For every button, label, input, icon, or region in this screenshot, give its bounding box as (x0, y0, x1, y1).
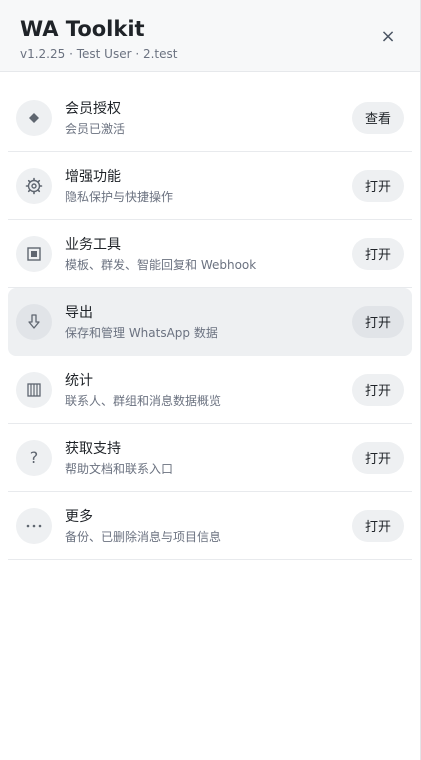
close-button[interactable]: × (376, 24, 400, 48)
menu-list: 会员授权 会员已激活 查看 增强功能 隐私保护与快捷操作 打开 业务工具 模板、… (0, 72, 420, 560)
list-item-label: 更多 (65, 508, 93, 525)
square-box-icon (16, 235, 52, 272)
list-item-membership[interactable]: 会员授权 会员已激活 查看 (8, 84, 412, 152)
view-button[interactable]: 查看 (352, 101, 404, 134)
list-item-desc: 备份、已删除消息与项目信息 (65, 529, 222, 544)
list-item-label: 统计 (65, 372, 93, 389)
list-item-enhancements[interactable]: 增强功能 隐私保护与快捷操作 打开 (8, 152, 412, 220)
open-button[interactable]: 打开 (352, 169, 404, 202)
list-item-text: 会员授权 会员已激活 (65, 99, 352, 137)
list-item-label: 增强功能 (65, 168, 121, 185)
list-item-text: 增强功能 隐私保护与快捷操作 (65, 167, 352, 205)
close-icon: × (380, 25, 396, 47)
list-item-statistics[interactable]: 统计 联系人、群组和消息数据概览 打开 (8, 356, 412, 424)
app-subtitle: v1.2.25 · Test User · 2.test (20, 47, 178, 61)
list-item-desc: 会员已激活 (65, 121, 126, 136)
list-item-more[interactable]: 更多 备份、已删除消息与项目信息 打开 (8, 492, 412, 560)
open-button[interactable]: 打开 (352, 441, 404, 474)
app-title: WA Toolkit (20, 17, 145, 41)
list-item-export[interactable]: 导出 保存和管理 WhatsApp 数据 打开 (8, 288, 412, 356)
list-item-desc: 帮助文档和联系入口 (65, 461, 174, 476)
list-item-desc: 保存和管理 WhatsApp 数据 (65, 325, 218, 340)
gear-icon (16, 167, 52, 204)
list-item-desc: 模板、群发、智能回复和 Webhook (65, 257, 257, 272)
list-item-text: 统计 联系人、群组和消息数据概览 (65, 371, 352, 409)
list-item-label: 会员授权 (65, 100, 121, 117)
open-button[interactable]: 打开 (352, 373, 404, 406)
list-item-text: 更多 备份、已删除消息与项目信息 (65, 507, 352, 545)
list-item-text: 导出 保存和管理 WhatsApp 数据 (65, 303, 352, 341)
list-item-support[interactable]: ? 获取支持 帮助文档和联系入口 打开 (8, 424, 412, 492)
list-item-text: 业务工具 模板、群发、智能回复和 Webhook (65, 235, 352, 273)
list-item-desc: 联系人、群组和消息数据概览 (65, 393, 222, 408)
open-button[interactable]: 打开 (352, 509, 404, 542)
list-item-desc: 隐私保护与快捷操作 (65, 189, 174, 204)
question-icon: ? (16, 439, 52, 476)
diamond-icon (16, 99, 52, 136)
download-arrow-icon (16, 303, 52, 340)
list-item-label: 业务工具 (65, 236, 121, 253)
list-item-label: 获取支持 (65, 440, 121, 457)
columns-icon (16, 371, 52, 408)
list-item-business-tools[interactable]: 业务工具 模板、群发、智能回复和 Webhook 打开 (8, 220, 412, 288)
list-item-label: 导出 (65, 304, 93, 321)
list-item-text: 获取支持 帮助文档和联系入口 (65, 439, 352, 477)
panel-header: WA Toolkit v1.2.25 · Test User · 2.test … (0, 0, 420, 72)
more-dots-icon (16, 507, 52, 544)
open-button[interactable]: 打开 (352, 305, 404, 338)
open-button[interactable]: 打开 (352, 237, 404, 270)
toolkit-panel: WA Toolkit v1.2.25 · Test User · 2.test … (0, 0, 421, 760)
